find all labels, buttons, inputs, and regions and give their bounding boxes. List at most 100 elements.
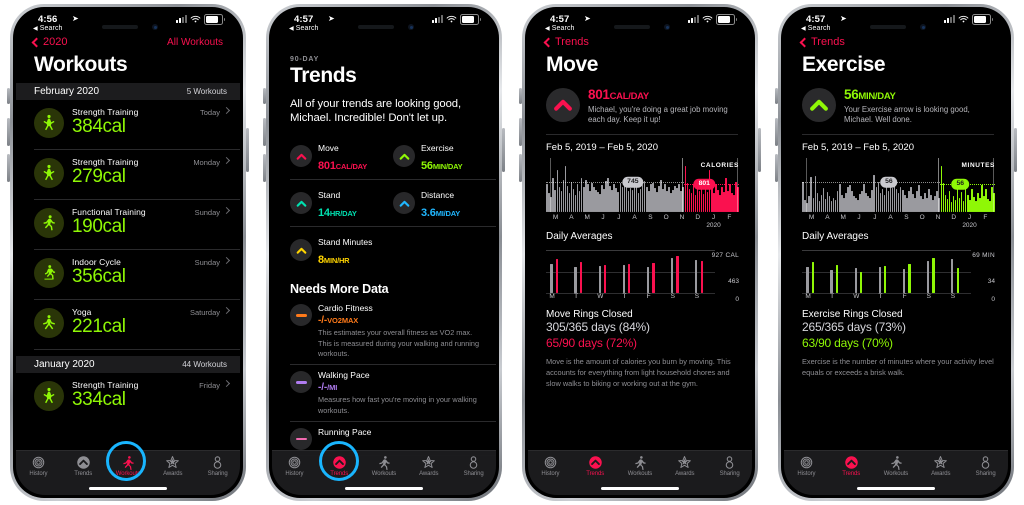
table-row[interactable]: Yoga 221cal Saturday [34, 300, 240, 350]
trend-metric-stand[interactable]: Stand 14HR/DAY [290, 180, 393, 226]
tab-trends[interactable]: Trends [317, 451, 362, 485]
back-button-trends[interactable]: Trends [543, 36, 589, 48]
volume-up-button[interactable] [263, 118, 266, 146]
notch [85, 20, 171, 35]
home-indicator[interactable] [601, 487, 679, 490]
daily-bar-plot [802, 250, 971, 294]
volume-down-button[interactable] [7, 154, 10, 182]
tab-trends[interactable]: Trends [573, 451, 618, 485]
tab-history[interactable]: History [528, 451, 573, 485]
volume-down-button[interactable] [519, 154, 522, 182]
back-to-app-label[interactable]: ◀ Search [33, 25, 63, 32]
needs-more-data-item-cardio-fitness[interactable]: Cardio Fitness -/-VO2MAX This estimates … [290, 298, 496, 366]
all-workouts-button[interactable]: All Workouts [167, 37, 223, 48]
trends-page: 90-DAY Trends All of your trends are loo… [272, 10, 496, 495]
back-to-app-label[interactable]: ◀ Search [545, 25, 575, 32]
silent-switch[interactable] [7, 88, 10, 104]
volume-up-button[interactable] [775, 118, 778, 146]
notch [341, 20, 427, 35]
tab-sharing[interactable]: Sharing [195, 451, 240, 485]
trend-metric-exercise[interactable]: Exercise 56MIN/DAY [393, 133, 496, 179]
day-axis: MTWTFSS [546, 293, 715, 302]
month-tick: J [857, 214, 861, 222]
arrow-up-icon [546, 87, 580, 122]
axis-label-mid: 463 [728, 278, 739, 286]
tab-label: Sharing [463, 471, 484, 477]
page-title: Workouts [34, 53, 128, 76]
daily-bar [550, 263, 553, 294]
home-indicator[interactable] [857, 487, 935, 490]
back-to-app-label[interactable]: ◀ Search [801, 25, 831, 32]
volume-down-button[interactable] [263, 154, 266, 182]
needs-more-data-item-walking-pace[interactable]: Walking Pace -/-/MI Measures how fast yo… [290, 365, 496, 423]
status-time: 4:57 [806, 14, 826, 25]
daily-averages-chart[interactable]: 927 CAL 463 0 M T W T F S S [546, 250, 739, 303]
year-chart[interactable]: CALORIES 745 801 M A M J J A S O N D J F 2020 [546, 158, 739, 229]
power-button[interactable] [758, 128, 761, 172]
month-tick: J [617, 214, 621, 222]
tab-trends[interactable]: Trends [61, 451, 106, 485]
power-button[interactable] [502, 128, 505, 172]
rings-closed-period: 63/90 days (70%) [802, 335, 893, 350]
tab-awards[interactable]: Awards [662, 451, 707, 485]
home-indicator[interactable] [345, 487, 423, 490]
year-chart[interactable]: MINUTES 56 56 M A M J J A S O N D J F 2020 [802, 158, 995, 229]
tab-label: Trends [330, 471, 349, 477]
back-to-app-label[interactable]: ◀ Search [289, 25, 319, 32]
table-row[interactable]: Strength Training 279cal Monday [34, 150, 240, 200]
volume-down-button[interactable] [775, 154, 778, 182]
power-button[interactable] [246, 128, 249, 172]
silent-switch[interactable] [263, 88, 266, 104]
table-row[interactable]: Indoor Cycle 356cal Sunday [34, 250, 240, 300]
rings-closed-title: Move Rings Closed [546, 309, 633, 321]
table-row[interactable]: Strength Training 384cal Today [34, 100, 240, 150]
volume-up-button[interactable] [519, 118, 522, 146]
tab-workouts[interactable]: Workouts [362, 451, 407, 485]
status-indicators [176, 14, 225, 25]
trend-metric-stand-minutes[interactable]: Stand Minutes 8MIN/HR [290, 227, 393, 273]
tab-sharing[interactable]: Sharing [707, 451, 752, 485]
workouts-runner-icon [123, 456, 135, 470]
chart-bar [946, 198, 949, 213]
tab-trends[interactable]: Trends [829, 451, 874, 485]
tab-awards[interactable]: Awards [150, 451, 195, 485]
tab-awards[interactable]: Awards [406, 451, 451, 485]
tab-sharing[interactable]: Sharing [451, 451, 496, 485]
trends-content: 90-DAY Trends All of your trends are loo… [272, 36, 496, 495]
tab-history[interactable]: History [784, 451, 829, 485]
back-button-trends[interactable]: Trends [799, 36, 845, 48]
daily-averages-chart[interactable]: 69 MIN 34 0 M T W T F S S [802, 250, 995, 303]
table-row[interactable]: Strength Training 334cal Friday [34, 373, 240, 423]
tab-history[interactable]: History [272, 451, 317, 485]
home-indicator[interactable] [89, 487, 167, 490]
silent-switch[interactable] [775, 88, 778, 104]
year-bar-plot: 745 801 [546, 158, 739, 213]
month-tick: O [919, 214, 925, 222]
axis-line-right [737, 158, 739, 213]
tab-sharing[interactable]: Sharing [963, 451, 1008, 485]
table-row[interactable]: Functional Training 190cal Sunday [34, 200, 240, 250]
tab-workouts[interactable]: Workouts [874, 451, 919, 485]
tab-history[interactable]: History [16, 451, 61, 485]
workouts-content: 2020 All Workouts Workouts February 2020… [16, 36, 240, 495]
arrow-up-icon [290, 239, 312, 262]
workouts-runner-icon [379, 456, 391, 470]
power-button[interactable] [1014, 128, 1017, 172]
tab-workouts[interactable]: Workouts [618, 451, 663, 485]
daily-bar [555, 259, 558, 294]
item-title: Walking Pace [318, 370, 370, 381]
tab-awards[interactable]: Awards [918, 451, 963, 485]
trend-metric-distance[interactable]: Distance 3.6MI/DAY [393, 180, 496, 226]
section-count: 5 Workouts [186, 86, 227, 96]
volume-up-button[interactable] [7, 118, 10, 146]
trend-metric-move[interactable]: Move 801CAL/DAY [290, 133, 393, 179]
trends-summary-text: All of your trends are looking good, Mic… [290, 97, 461, 125]
day-tick: F [646, 293, 651, 301]
silent-switch[interactable] [519, 88, 522, 104]
phone-move: 4:57 ➤ ◀ Search Trends Move 801CAL/DAY M… [512, 0, 768, 505]
baseline-pill: 745 [622, 176, 644, 188]
back-button-2020[interactable]: 2020 [31, 36, 67, 48]
tab-workouts[interactable]: Workouts [106, 451, 151, 485]
strength-training-icon [34, 380, 64, 411]
daily-bar [927, 261, 930, 294]
